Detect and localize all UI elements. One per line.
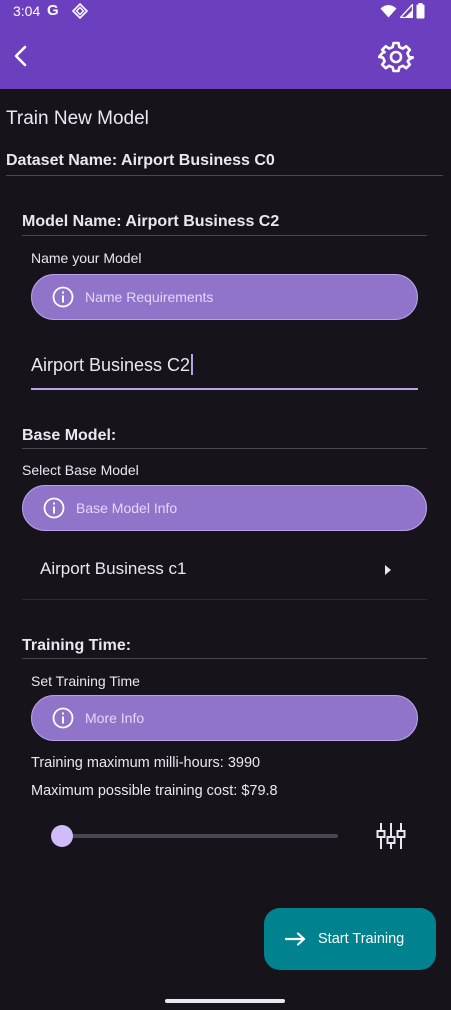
signal-icon [400,4,413,18]
name-requirements-label: Name Requirements [85,289,214,305]
base-model-info-label: Base Model Info [76,500,178,516]
info-icon [52,707,74,729]
max-milli-hours-text: Training maximum milli-hours: 3990 [31,755,261,771]
gear-icon[interactable] [378,39,414,75]
status-bar: 3:04 G [0,0,451,24]
base-model-selected: Airport Business c1 [40,559,187,578]
input-underline [31,388,418,390]
info-icon [43,497,65,519]
text-cursor [191,354,193,375]
base-model-label: Select Base Model [22,462,139,478]
slider-thumb[interactable] [51,825,73,847]
slider-track [62,834,338,838]
start-training-label: Start Training [318,931,405,947]
system-notification-icon [72,3,88,19]
chevron-left-icon[interactable] [6,40,38,72]
base-model-heading: Base Model: [22,427,117,444]
page-title: Train New Model [6,108,149,129]
model-name-heading: Model Name: Airport Business C2 [22,213,280,230]
caret-right-icon [385,565,391,575]
divider [22,448,427,449]
training-time-slider[interactable] [50,823,340,849]
divider [22,658,427,659]
battery-icon [416,3,425,19]
start-training-button[interactable]: Start Training [264,908,436,970]
google-g-icon: G [47,2,59,19]
name-requirements-button[interactable]: Name Requirements [31,274,418,320]
model-name-label: Name your Model [31,250,142,266]
wifi-icon [380,5,397,18]
divider [22,235,427,236]
arrow-right-icon [285,932,306,946]
tune-sliders-icon[interactable] [374,820,408,852]
base-model-dropdown[interactable]: Airport Business c1 [22,548,427,600]
info-icon [52,286,74,308]
more-info-button[interactable]: More Info [31,695,418,741]
more-info-label: More Info [85,710,145,726]
model-name-input[interactable]: Airport Business C2 [31,342,418,390]
base-model-info-button[interactable]: Base Model Info [22,485,427,531]
divider [6,175,443,176]
app-bar [0,24,451,89]
training-time-heading: Training Time: [22,637,132,654]
home-indicator[interactable] [165,999,285,1003]
status-time: 3:04 [13,3,41,19]
dataset-name: Dataset Name: Airport Business C0 [6,152,275,169]
model-name-value: Airport Business C2 [31,355,191,375]
max-cost-text: Maximum possible training cost: $79.8 [31,783,278,799]
training-time-label: Set Training Time [31,673,140,689]
